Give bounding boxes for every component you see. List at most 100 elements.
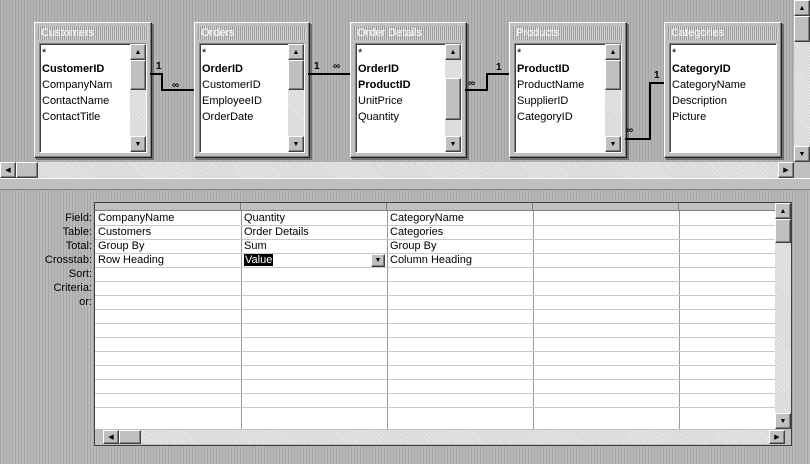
row-divider [95,407,777,408]
join-one-label: 1 [496,62,502,73]
grid-cell-table[interactable]: Categories [387,225,533,239]
scroll-down-icon[interactable]: ▼ [288,136,304,152]
dropdown-arrow-icon[interactable]: ▼ [371,254,385,267]
top-pane-horizontal-scrollbar[interactable]: ◀ ▶ [0,162,794,178]
row-divider [95,267,777,268]
table-window-customers[interactable]: Customers * CustomerID CompanyNam Contac… [34,22,152,158]
row-divider [95,295,777,296]
grid-cell-table[interactable]: Customers [95,225,241,239]
table-window-products[interactable]: Products * ProductID ProductName Supplie… [509,22,627,158]
grid-horizontal-scrollbar[interactable]: ◀ ▶ [103,430,785,444]
grid-cell-crosstab[interactable]: Column Heading [387,253,533,267]
scroll-down-icon[interactable]: ▼ [445,136,461,152]
table-title[interactable]: Order Details [354,26,463,40]
table-window-order-details[interactable]: Order Details * OrderID ProductID UnitPr… [350,22,467,158]
field-list[interactable]: * OrderID ProductID UnitPrice Quantity ▲… [355,43,462,153]
table-window-categories[interactable]: Categories * CategoryID CategoryName Des… [664,22,782,158]
column-selector[interactable] [387,203,533,211]
scroll-left-icon[interactable]: ◀ [103,430,119,444]
column-divider[interactable] [679,211,680,437]
row-label-criteria: Criteria: [53,282,92,294]
column-selector[interactable] [533,203,679,211]
field-list[interactable]: * OrderID CustomerID EmployeeID OrderDat… [199,43,305,153]
pane-splitter[interactable] [0,178,810,190]
field-item[interactable]: Description [672,93,776,109]
scroll-right-icon[interactable]: ▶ [778,162,794,178]
scroll-right-icon[interactable]: ▶ [769,430,785,444]
row-divider [95,393,777,394]
field-item[interactable]: * [672,45,776,61]
scroll-left-icon[interactable]: ◀ [0,162,16,178]
scroll-up-icon[interactable]: ▲ [794,0,810,16]
scroll-down-icon[interactable]: ▼ [794,146,810,162]
table-relationships-pane[interactable]: Customers * CustomerID CompanyNam Contac… [0,0,810,178]
scroll-up-icon[interactable]: ▲ [288,44,304,60]
row-divider [95,337,777,338]
scroll-thumb[interactable] [288,60,304,90]
field-list[interactable]: * CategoryID CategoryName Description Pi… [669,43,777,153]
scroll-thumb[interactable] [445,78,461,120]
scroll-thumb[interactable] [775,219,791,243]
grid-cell-field[interactable] [533,211,679,225]
scroll-thumb[interactable] [16,162,38,178]
field-item[interactable]: Picture [672,109,776,125]
scroll-down-icon[interactable]: ▼ [605,136,621,152]
join-one-label: 1 [654,70,660,81]
field-list[interactable]: * ProductID ProductName SupplierID Categ… [514,43,622,153]
table-title[interactable]: Orders [198,26,306,40]
table-title[interactable]: Categories [668,26,778,40]
field-list-scrollbar[interactable]: ▲ ▼ [288,44,304,152]
grid-cell-crosstab[interactable]: Row Heading [95,253,241,267]
grid-cell-field[interactable]: CompanyName [95,211,241,225]
field-item[interactable]: CategoryName [672,77,776,93]
scroll-thumb[interactable] [119,430,141,444]
row-divider [95,281,777,282]
column-selector[interactable] [95,203,241,211]
grid-cell-total[interactable]: Sum [241,239,387,253]
grid-cell-total[interactable]: Group By [387,239,533,253]
row-label-table: Table: [62,226,92,238]
row-label-field: Field: [65,212,92,224]
row-divider [95,379,777,380]
row-divider [95,309,777,310]
design-grid[interactable]: CompanyName Customers Group By Row Headi… [94,202,792,446]
row-divider [95,365,777,366]
table-title[interactable]: Customers [38,26,148,40]
field-item[interactable]: CategoryID [672,61,776,77]
scroll-up-icon[interactable]: ▲ [775,203,791,219]
table-title[interactable]: Products [513,26,623,40]
scroll-down-icon[interactable]: ▼ [775,413,791,429]
scroll-down-icon[interactable]: ▼ [130,136,146,152]
top-pane-vertical-scrollbar[interactable]: ▲ ▼ [794,0,810,162]
crosstab-combo[interactable]: Value [241,253,387,267]
row-label-or: or: [79,296,92,308]
column-divider[interactable] [533,211,534,437]
scroll-thumb[interactable] [130,60,146,90]
row-label-sort: Sort: [68,268,92,280]
scroll-up-icon[interactable]: ▲ [130,44,146,60]
scroll-up-icon[interactable]: ▲ [605,44,621,60]
field-list-scrollbar[interactable]: ▲ ▼ [605,44,621,152]
query-design-grid-pane[interactable]: Field: Table: Total: Crosstab: Sort: Cri… [0,190,810,464]
join-many-label: ∞ [626,125,634,136]
scroll-up-icon[interactable]: ▲ [445,44,461,60]
grid-cell-field[interactable] [679,211,777,225]
row-divider [95,351,777,352]
field-list[interactable]: * CustomerID CompanyNam ContactName Cont… [39,43,147,153]
crosstab-combo-value[interactable]: Value [244,254,274,266]
field-list-scrollbar[interactable]: ▲ ▼ [445,44,461,152]
scroll-thumb[interactable] [605,60,621,90]
join-many-label: ∞ [468,78,476,89]
grid-cell-field[interactable]: Quantity [241,211,387,225]
table-window-orders[interactable]: Orders * OrderID CustomerID EmployeeID O… [194,22,310,158]
grid-cell-field[interactable]: CategoryName [387,211,533,225]
grid-cell-table[interactable]: Order Details [241,225,387,239]
row-label-total: Total: [65,240,92,252]
join-many-label: ∞ [172,80,180,91]
field-list-scrollbar[interactable]: ▲ ▼ [130,44,146,152]
scroll-thumb[interactable] [794,16,810,42]
column-selector[interactable] [241,203,387,211]
scrollbar-corner [794,162,810,178]
grid-cell-total[interactable]: Group By [95,239,241,253]
grid-vertical-scrollbar[interactable]: ▲ ▼ [775,203,791,429]
